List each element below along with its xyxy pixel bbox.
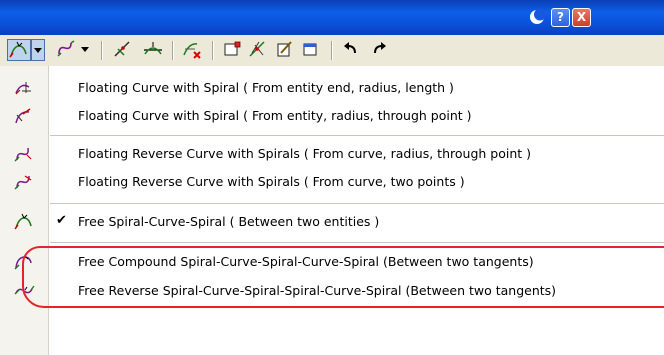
- title-bar: ? X: [0, 0, 664, 35]
- crescent-moon-icon[interactable]: [528, 8, 546, 26]
- table-icon[interactable]: [300, 39, 322, 61]
- properties-edit-icon[interactable]: [274, 39, 296, 61]
- spiral-curve-tool-icon[interactable]: [7, 39, 31, 61]
- floating-reverse-curve-point-icon: [14, 147, 32, 162]
- menu-separator: [50, 242, 664, 243]
- menu-item-label: Floating Curve with Spiral ( From entity…: [78, 108, 472, 123]
- reverse-spiral-tool-icon[interactable]: [55, 39, 79, 61]
- floating-reverse-curve-two-points-icon: [14, 175, 32, 190]
- label-red-icon[interactable]: [221, 39, 243, 61]
- pin-line-tool-icon[interactable]: [112, 39, 134, 61]
- floating-curve-spiral-point-icon: [15, 108, 31, 124]
- menu-item-floating-curve-end-radius-length[interactable]: Floating Curve with Spiral ( From entity…: [0, 75, 664, 101]
- delete-curve-tool-icon[interactable]: [181, 39, 203, 61]
- redo-icon[interactable]: [368, 39, 390, 61]
- menu-separator: [50, 135, 664, 136]
- edit-points-tool-icon[interactable]: [247, 39, 269, 61]
- close-icon[interactable]: X: [572, 8, 591, 27]
- menu-item-label: Free Spiral-Curve-Spiral ( Between two e…: [78, 214, 380, 229]
- menu-item-floating-curve-radius-point[interactable]: Floating Curve with Spiral ( From entity…: [0, 103, 664, 129]
- undo-icon[interactable]: [340, 39, 362, 61]
- dropdown-arrow-icon[interactable]: [31, 39, 45, 61]
- menu-separator: [50, 203, 664, 204]
- offset-line-tool-icon[interactable]: [142, 39, 164, 61]
- dropdown-menu: Floating Curve with Spiral ( From entity…: [0, 66, 664, 355]
- menu-item-label: Floating Curve with Spiral ( From entity…: [78, 80, 454, 95]
- menu-item-floating-reverse-radius-point[interactable]: Floating Reverse Curve with Spirals ( Fr…: [0, 141, 664, 167]
- toolbar: [0, 35, 664, 67]
- menu-item-floating-reverse-two-points[interactable]: Floating Reverse Curve with Spirals ( Fr…: [0, 169, 664, 195]
- menu-item-label: Floating Reverse Curve with Spirals ( Fr…: [78, 174, 465, 189]
- dropdown-arrow-icon[interactable]: [79, 39, 93, 61]
- menu-item-label: Floating Reverse Curve with Spirals ( Fr…: [78, 146, 532, 161]
- check-mark-icon: ✔: [56, 213, 67, 228]
- menu-item-free-spiral-curve-spiral[interactable]: ✔ Free Spiral-Curve-Spiral ( Between two…: [0, 209, 664, 235]
- floating-curve-spiral-end-icon: [15, 82, 31, 95]
- highlight-ring: [22, 246, 664, 308]
- free-spiral-curve-spiral-icon: [14, 213, 32, 230]
- help-icon[interactable]: ?: [551, 8, 570, 27]
